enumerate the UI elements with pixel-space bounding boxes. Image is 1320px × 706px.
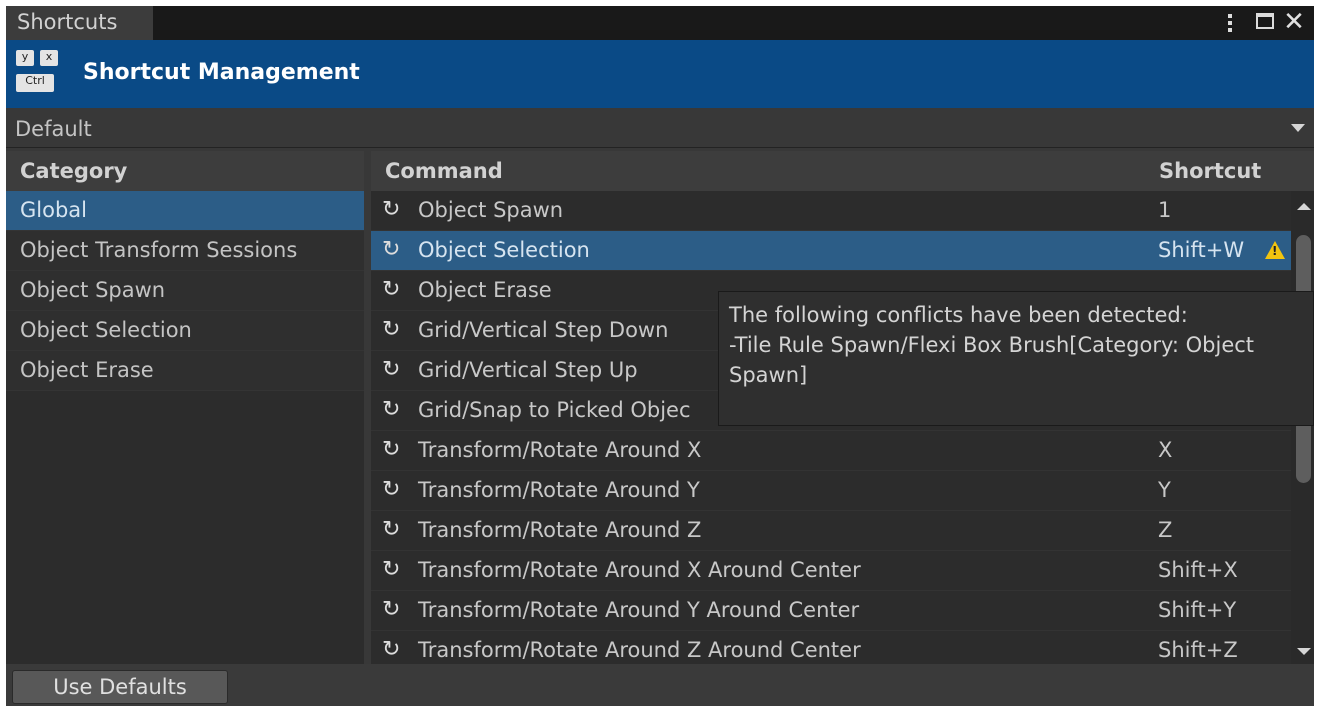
table-row[interactable]: ↻ Object Spawn 1	[371, 191, 1291, 231]
key-x: x	[40, 50, 58, 66]
shortcut-value[interactable]: Shift+Y	[1158, 598, 1236, 622]
command-name: Object Erase	[418, 278, 552, 302]
header-bar: y x Ctrl Shortcut Management	[6, 40, 1314, 108]
shortcut-value[interactable]: X	[1158, 438, 1172, 462]
key-y: y	[16, 50, 34, 66]
page-title: Shortcut Management	[83, 60, 360, 85]
shortcut-value[interactable]: Shift+X	[1158, 558, 1238, 582]
reset-icon[interactable]: ↻	[382, 397, 408, 423]
reset-icon[interactable]: ↻	[382, 557, 408, 583]
table-row[interactable]: ↻ Transform/Rotate Around Y Around Center…	[371, 591, 1291, 631]
command-name: Grid/Snap to Picked Objec	[418, 398, 691, 422]
scroll-up-arrow-icon[interactable]	[1297, 203, 1311, 210]
profile-dropdown[interactable]: Default	[6, 108, 1314, 148]
reset-icon[interactable]: ↻	[382, 277, 408, 303]
column-header-shortcut[interactable]: Shortcut	[1159, 159, 1261, 183]
use-defaults-button[interactable]: Use Defaults	[12, 670, 228, 704]
shortcut-value[interactable]: Y	[1158, 478, 1171, 502]
command-name: Transform/Rotate Around Z	[418, 518, 702, 542]
table-row[interactable]: ↻ Transform/Rotate Around Z Z	[371, 511, 1291, 551]
category-item-global[interactable]: Global	[6, 191, 364, 231]
kebab-menu-icon[interactable]	[1218, 6, 1242, 40]
reset-icon[interactable]: ↻	[382, 237, 408, 263]
keyboard-shortcut-icon: y x Ctrl	[14, 48, 60, 100]
reset-icon[interactable]: ↻	[382, 597, 408, 623]
vertical-scrollbar[interactable]	[1293, 191, 1314, 664]
table-row[interactable]: ↻ Object Selection Shift+W!	[371, 231, 1291, 271]
command-name: Grid/Vertical Step Down	[418, 318, 669, 342]
reset-icon[interactable]: ↻	[382, 477, 408, 503]
reset-icon[interactable]: ↻	[382, 637, 408, 663]
command-name: Transform/Rotate Around X Around Center	[418, 558, 861, 582]
warning-mark: !	[1272, 244, 1278, 258]
close-icon[interactable]: ✕	[1282, 6, 1306, 40]
footer-bar: Use Defaults	[6, 664, 1314, 706]
tab-shortcuts[interactable]: Shortcuts	[6, 6, 153, 40]
reset-icon[interactable]: ↻	[382, 317, 408, 343]
chevron-down-icon	[1291, 124, 1305, 132]
reset-icon[interactable]: ↻	[382, 357, 408, 383]
table-row[interactable]: ↻ Transform/Rotate Around X X	[371, 431, 1291, 471]
reset-icon[interactable]: ↻	[382, 517, 408, 543]
column-header-command[interactable]: Command	[385, 159, 503, 183]
tooltip-line: -Tile Rule Spawn/Flexi Box Brush[Categor…	[729, 333, 1255, 357]
command-name: Transform/Rotate Around X	[418, 438, 702, 462]
category-item-object-spawn[interactable]: Object Spawn	[6, 271, 364, 311]
command-table-header: Command Shortcut	[371, 151, 1314, 191]
scroll-down-arrow-icon[interactable]	[1297, 648, 1311, 655]
command-rows: ↻ Object Spawn 1 ↻ Object Selection Shift+W! ↻…	[371, 191, 1291, 664]
category-list: Category Global Object Transform Session…	[6, 151, 364, 664]
reset-icon[interactable]: ↻	[382, 197, 408, 223]
table-row[interactable]: ↻ Transform/Rotate Around X Around Center…	[371, 551, 1291, 591]
key-ctrl: Ctrl	[16, 74, 54, 92]
command-name: Object Selection	[418, 238, 590, 262]
maximize-icon[interactable]	[1252, 6, 1276, 40]
command-name: Object Spawn	[418, 198, 564, 222]
category-item-object-selection[interactable]: Object Selection	[6, 311, 364, 351]
command-name: Transform/Rotate Around Z Around Center	[418, 638, 861, 662]
table-row[interactable]: ↻ Transform/Rotate Around Y Y	[371, 471, 1291, 511]
command-name: Transform/Rotate Around Y	[418, 478, 700, 502]
command-name: Transform/Rotate Around Y Around Center	[418, 598, 860, 622]
shortcut-value[interactable]: Shift+W	[1158, 238, 1244, 262]
shortcut-value[interactable]: Shift+Z	[1158, 638, 1238, 662]
tooltip-line: Spawn]	[729, 363, 808, 387]
table-row[interactable]: ↻ Transform/Rotate Around Z Around Center…	[371, 631, 1291, 664]
conflict-tooltip: The following conflicts have been detect…	[718, 291, 1314, 426]
reset-icon[interactable]: ↻	[382, 437, 408, 463]
tab-bar: Shortcuts ✕	[6, 6, 1314, 40]
command-name: Grid/Vertical Step Up	[418, 358, 638, 382]
tooltip-line: The following conflicts have been detect…	[729, 303, 1188, 327]
shortcut-value[interactable]: 1	[1158, 198, 1171, 222]
profile-selected-value: Default	[15, 117, 92, 141]
category-item-object-transform-sessions[interactable]: Object Transform Sessions	[6, 231, 364, 271]
shortcut-value[interactable]: Z	[1158, 518, 1172, 542]
category-item-object-erase[interactable]: Object Erase	[6, 351, 364, 391]
category-header: Category	[6, 151, 364, 191]
